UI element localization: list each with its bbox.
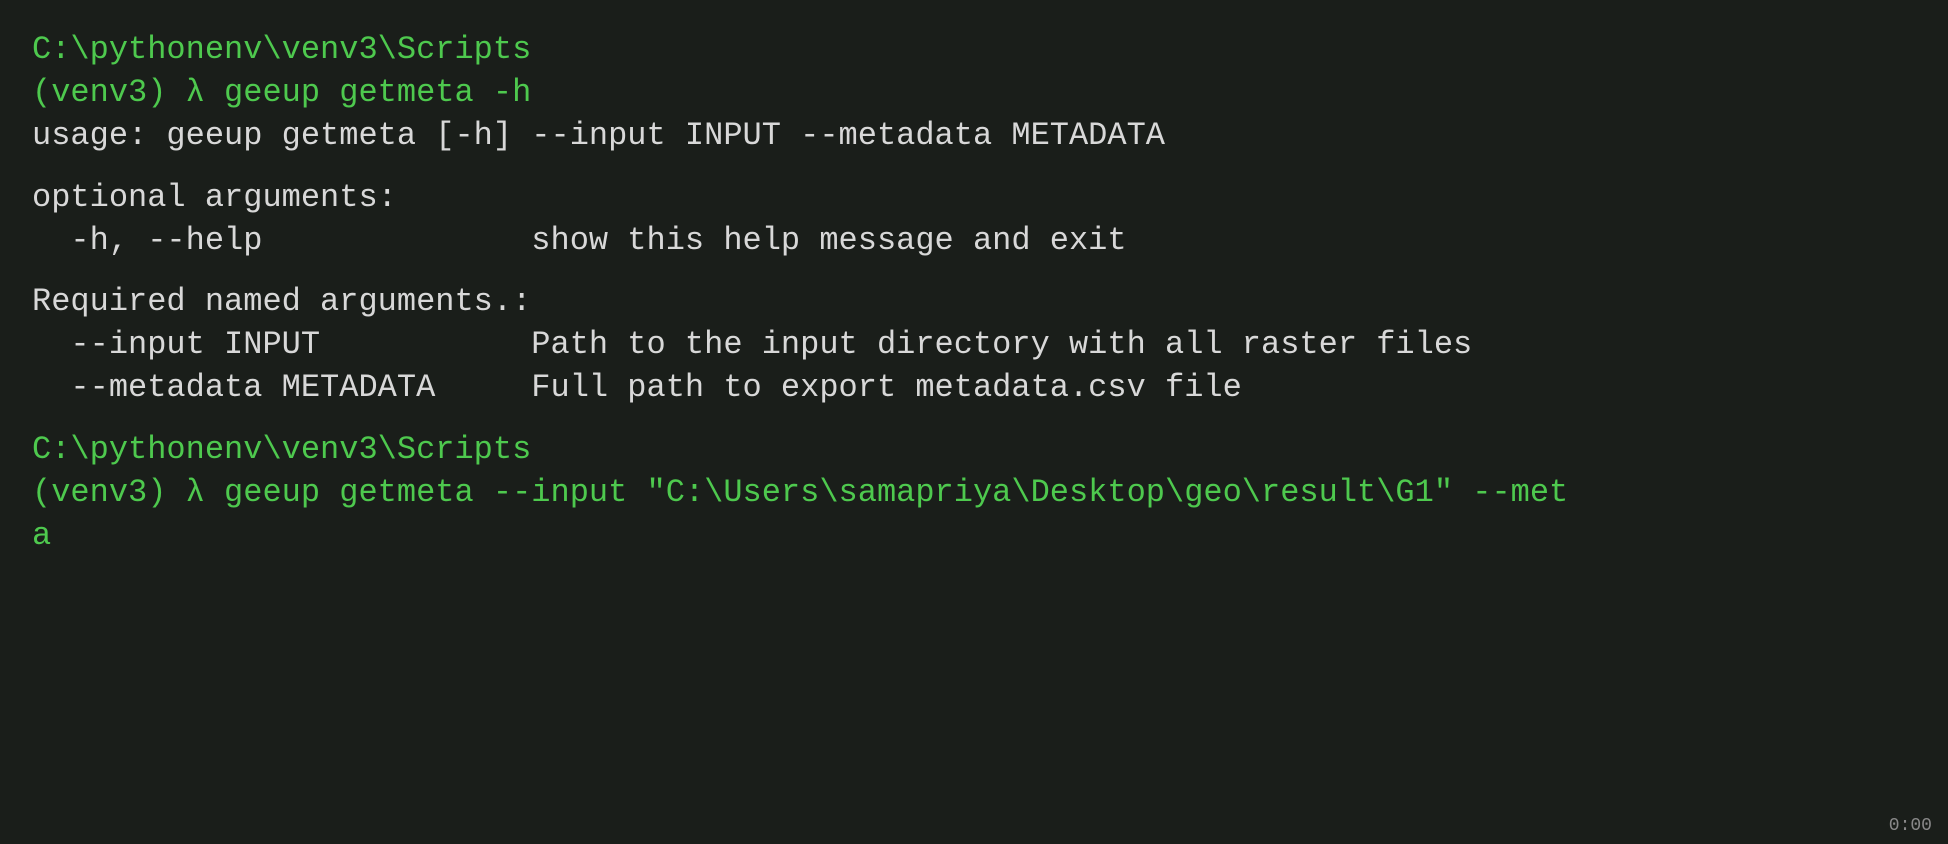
path-line-2: C:\pythonenv\venv3\Scripts — [32, 428, 1916, 471]
spacer-2 — [32, 262, 1916, 280]
required-args-header: Required named arguments.: — [32, 280, 1916, 323]
spacer-3 — [32, 410, 1916, 428]
spacer-1 — [32, 158, 1916, 176]
help-flag-line: -h, --help show this help message and ex… — [32, 219, 1916, 262]
prompt-line-2-part2: a — [32, 514, 1916, 557]
metadata-arg-line: --metadata METADATA Full path to export … — [32, 366, 1916, 409]
path-line-1: C:\pythonenv\venv3\Scripts — [32, 28, 1916, 71]
timestamp: 0:00 — [1889, 816, 1932, 836]
terminal-content: C:\pythonenv\venv3\Scripts (venv3) λ gee… — [32, 28, 1916, 557]
usage-line: usage: geeup getmeta [-h] --input INPUT … — [32, 114, 1916, 157]
prompt-line-1: (venv3) λ geeup getmeta -h — [32, 71, 1916, 114]
terminal-window: C:\pythonenv\venv3\Scripts (venv3) λ gee… — [0, 0, 1948, 844]
input-arg-line: --input INPUT Path to the input director… — [32, 323, 1916, 366]
optional-args-header: optional arguments: — [32, 176, 1916, 219]
prompt-line-2-part1: (venv3) λ geeup getmeta --input "C:\User… — [32, 471, 1916, 514]
